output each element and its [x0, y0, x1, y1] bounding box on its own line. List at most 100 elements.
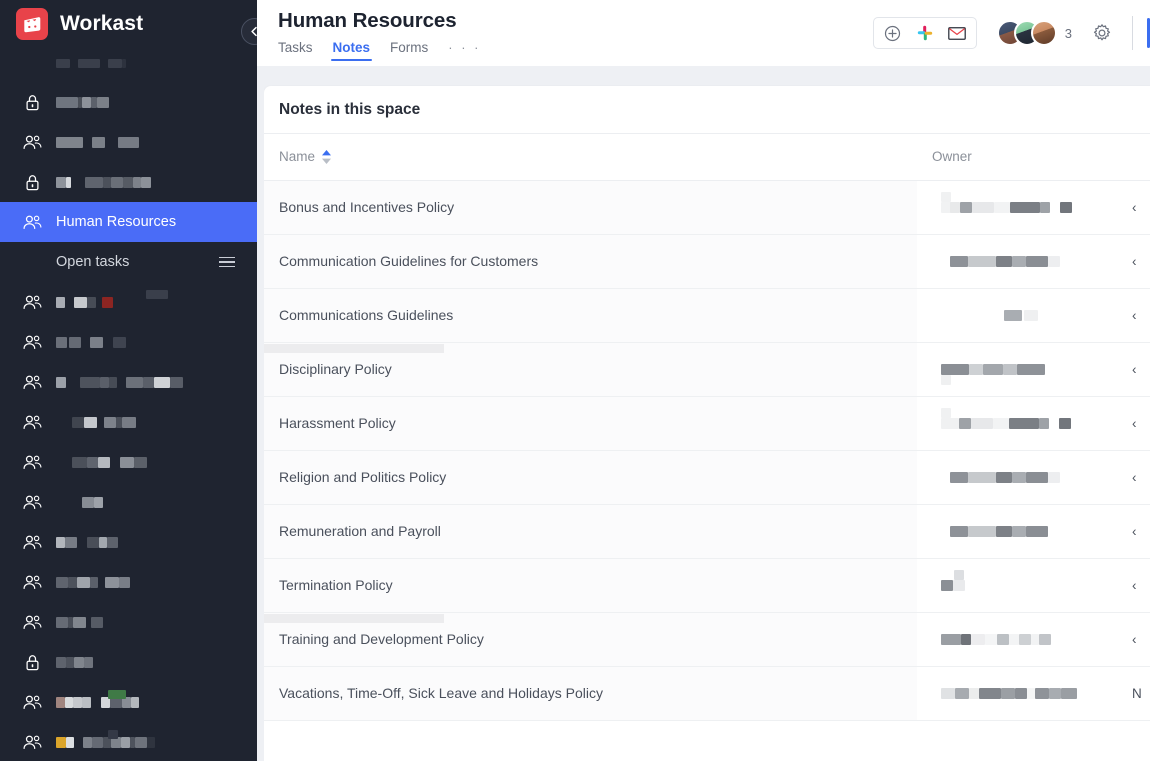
column-header-owner[interactable]: Owner: [917, 134, 1117, 181]
note-name-link[interactable]: Termination Policy: [279, 577, 393, 593]
tab-notes[interactable]: Notes: [330, 40, 372, 61]
sidebar-item-redacted-2[interactable]: [0, 162, 257, 202]
table-row[interactable]: Termination Policy ‹: [264, 558, 1150, 613]
hamburger-icon[interactable]: [219, 256, 235, 268]
note-name-link[interactable]: Remuneration and Payroll: [279, 523, 441, 539]
note-third-column-cell-clipped[interactable]: ‹: [1117, 288, 1150, 343]
table-row[interactable]: Communications Guidelines ‹: [264, 288, 1150, 343]
note-name-cell[interactable]: Remuneration and Payroll: [264, 504, 917, 559]
redacted-label: [56, 416, 136, 428]
note-owner-cell[interactable]: [917, 180, 1117, 235]
sidebar-task-item-2[interactable]: [0, 362, 257, 402]
note-name-link[interactable]: Bonus and Incentives Policy: [279, 199, 454, 215]
sidebar-task-item-8[interactable]: [0, 602, 257, 642]
column-header-name-label: Name: [279, 149, 316, 165]
column-header-third-clipped[interactable]: [1117, 134, 1150, 181]
note-name-cell[interactable]: Communications Guidelines: [264, 288, 917, 343]
people-icon: [22, 292, 42, 312]
note-name-cell[interactable]: Training and Development Policy: [264, 612, 917, 667]
sidebar-task-item-9[interactable]: [0, 642, 257, 682]
note-name-cell[interactable]: Religion and Politics Policy: [264, 450, 917, 505]
third-column-clipped-text: ‹: [1132, 578, 1137, 593]
note-name-cell[interactable]: Termination Policy: [264, 558, 917, 613]
sidebar-task-item-11[interactable]: [0, 722, 257, 761]
sidebar-task-item-4[interactable]: [0, 442, 257, 482]
note-owner-cell[interactable]: [917, 234, 1117, 289]
sidebar-item-redacted-0[interactable]: [0, 82, 257, 122]
table-row[interactable]: Communication Guidelines for Customers ‹: [264, 234, 1150, 289]
note-third-column-cell-clipped[interactable]: ‹: [1117, 450, 1150, 505]
note-third-column-cell-clipped[interactable]: ‹: [1117, 504, 1150, 559]
member-avatars[interactable]: 3: [996, 20, 1072, 46]
note-owner-cell[interactable]: [917, 558, 1117, 613]
tab-forms[interactable]: Forms: [390, 40, 428, 61]
topbar-divider: [1132, 16, 1133, 50]
note-name-cell[interactable]: Vacations, Time-Off, Sick Leave and Holi…: [264, 666, 917, 721]
third-column-clipped-text: ‹: [1132, 200, 1137, 215]
slack-icon[interactable]: [910, 18, 940, 48]
table-row[interactable]: Vacations, Time-Off, Sick Leave and Holi…: [264, 666, 1150, 721]
note-name-link[interactable]: Vacations, Time-Off, Sick Leave and Holi…: [279, 685, 603, 701]
sidebar-item-scrolled-partial[interactable]: [0, 48, 257, 78]
note-owner-cell[interactable]: [917, 612, 1117, 667]
sidebar-task-item-5[interactable]: [0, 482, 257, 522]
tab-overflow-menu[interactable]: · · ·: [448, 40, 481, 61]
people-icon: [22, 532, 42, 552]
mail-icon[interactable]: [942, 18, 972, 48]
workast-logo-icon[interactable]: [16, 8, 48, 40]
redacted-owner-name: [932, 351, 1117, 387]
table-row[interactable]: Training and Development Policy ‹: [264, 612, 1150, 667]
note-third-column-cell-clipped[interactable]: ‹: [1117, 234, 1150, 289]
note-owner-cell[interactable]: [917, 288, 1117, 343]
notes-card-header: Notes in this space: [264, 86, 1150, 134]
sidebar-item-human-resources[interactable]: Human Resources: [0, 202, 257, 242]
note-third-column-cell-clipped[interactable]: ‹: [1117, 180, 1150, 235]
note-name-link[interactable]: Communication Guidelines for Customers: [279, 253, 538, 269]
table-row[interactable]: Remuneration and Payroll ‹: [264, 504, 1150, 559]
avatar[interactable]: [1030, 20, 1057, 46]
note-owner-cell[interactable]: [917, 666, 1117, 721]
note-third-column-cell-clipped[interactable]: ‹: [1117, 558, 1150, 613]
workast-app-window: Workast Human Resources Open tasks Human…: [0, 0, 1150, 761]
gear-icon[interactable]: [1088, 19, 1116, 47]
note-name-cell[interactable]: Harassment Policy: [264, 396, 917, 451]
note-name-link[interactable]: Communications Guidelines: [279, 307, 453, 323]
note-name-link[interactable]: Harassment Policy: [279, 415, 396, 431]
table-row[interactable]: Religion and Politics Policy ‹: [264, 450, 1150, 505]
redacted-glyph-fragment: [146, 290, 168, 299]
add-circle-icon[interactable]: [878, 18, 908, 48]
note-name-link[interactable]: Religion and Politics Policy: [279, 469, 446, 485]
table-row[interactable]: Disciplinary Policy ‹: [264, 342, 1150, 397]
sidebar-task-item-1[interactable]: [0, 322, 257, 362]
sort-arrows-icon[interactable]: [322, 150, 332, 164]
table-row[interactable]: Bonus and Incentives Policy ‹: [264, 180, 1150, 235]
note-name-cell[interactable]: Bonus and Incentives Policy: [264, 180, 917, 235]
note-name-cell[interactable]: Disciplinary Policy: [264, 342, 917, 397]
note-owner-cell[interactable]: [917, 450, 1117, 505]
column-header-name[interactable]: Name: [264, 134, 917, 181]
note-name-cell[interactable]: Communication Guidelines for Customers: [264, 234, 917, 289]
tab-tasks[interactable]: Tasks: [278, 40, 313, 61]
sidebar-task-item-7[interactable]: [0, 562, 257, 602]
note-name-link[interactable]: Training and Development Policy: [279, 631, 484, 647]
sidebar-task-item-10[interactable]: [0, 682, 257, 722]
note-third-column-cell-clipped[interactable]: ‹: [1117, 612, 1150, 667]
note-owner-cell[interactable]: [917, 342, 1117, 397]
note-third-column-cell-clipped[interactable]: N: [1117, 666, 1150, 721]
sidebar-task-item-0[interactable]: [0, 282, 257, 322]
redacted-owner-name: [932, 675, 1117, 711]
people-icon: [22, 412, 42, 432]
redacted-label: [56, 456, 147, 468]
lock-icon: [22, 92, 42, 112]
note-third-column-cell-clipped[interactable]: ‹: [1117, 396, 1150, 451]
note-owner-cell[interactable]: [917, 504, 1117, 559]
third-column-clipped-text: ‹: [1132, 254, 1137, 269]
note-third-column-cell-clipped[interactable]: ‹: [1117, 342, 1150, 397]
note-name-link[interactable]: Disciplinary Policy: [279, 361, 392, 377]
note-owner-cell[interactable]: [917, 396, 1117, 451]
sidebar-task-item-3[interactable]: [0, 402, 257, 442]
table-row[interactable]: Harassment Policy ‹: [264, 396, 1150, 451]
sidebar-item-redacted-1[interactable]: [0, 122, 257, 162]
sidebar-task-item-6[interactable]: [0, 522, 257, 562]
third-column-clipped-text: N: [1132, 686, 1142, 701]
